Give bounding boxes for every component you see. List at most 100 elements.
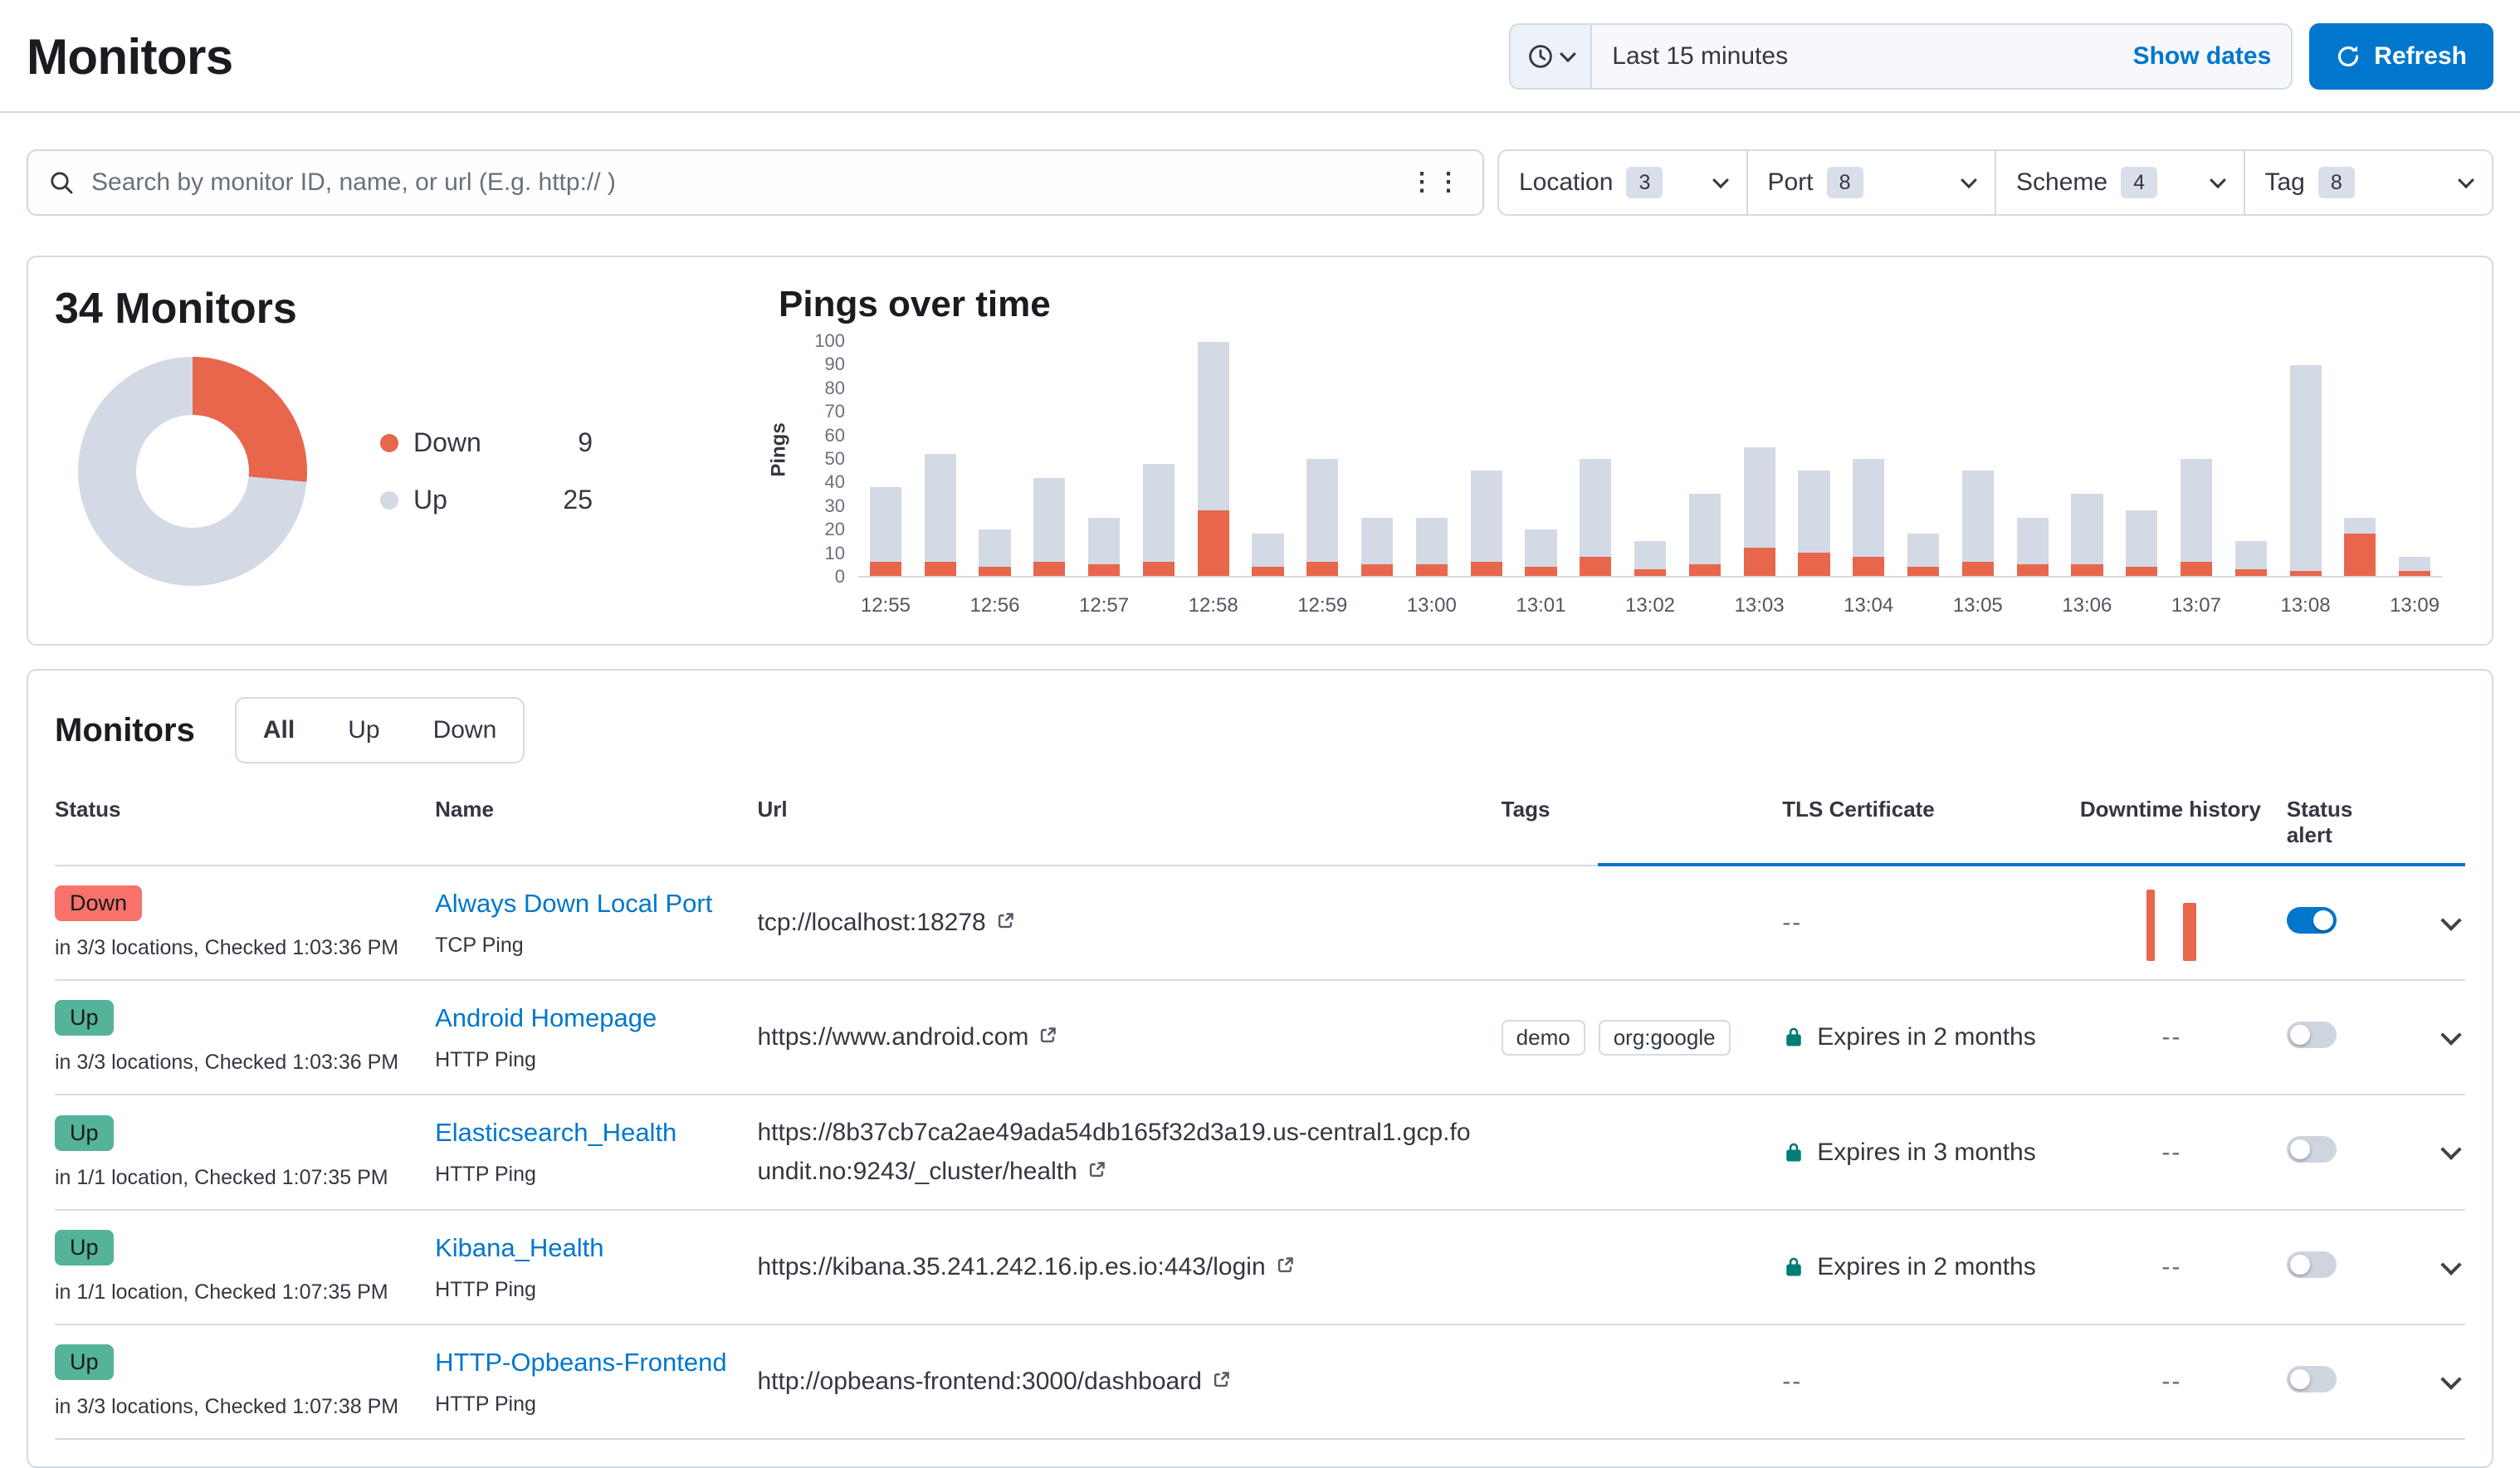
refresh-button[interactable]: Refresh [2309, 23, 2493, 90]
tag-badge[interactable]: org:google [1599, 1020, 1731, 1056]
time-quick-select-button[interactable] [1511, 25, 1592, 88]
downtime-cell: -- [2080, 1139, 2287, 1167]
expand-row-button[interactable] [2437, 1248, 2465, 1287]
legend-label: Up [413, 485, 447, 515]
ping-bar-down-segment [1798, 553, 1829, 576]
y-axis-title: Pings [768, 422, 791, 476]
status-badge: Up [55, 1230, 114, 1266]
column-header-downtime: Downtime history [2080, 797, 2287, 848]
tls-expiry-text: Expires in 2 months [1817, 1023, 2035, 1051]
downtime-cell: -- [2080, 1253, 2287, 1281]
search-icon [48, 169, 75, 196]
column-header-name: Name [435, 797, 757, 848]
ping-bar-up-segment [1252, 534, 1283, 566]
show-dates-button[interactable]: Show dates [2113, 25, 2292, 88]
monitor-name-link[interactable]: Always Down Local Port [435, 889, 712, 919]
tag-badge[interactable]: demo [1502, 1020, 1585, 1056]
ping-bar-up-segment [1907, 534, 1939, 566]
external-link-icon[interactable] [994, 910, 1016, 938]
filter-bar: Location 3 Port 8 Scheme 4 Tag 8 [1497, 149, 2493, 216]
status-filter-all[interactable]: All [237, 699, 321, 762]
ping-bar-up-segment [2399, 557, 2430, 571]
status-alert-toggle[interactable] [2287, 1022, 2337, 1048]
external-link-icon[interactable] [1210, 1369, 1232, 1397]
table-row: Up in 3/3 locations, Checked 1:03:36 PM … [55, 981, 2465, 1095]
expand-row-button[interactable] [2437, 1133, 2465, 1172]
ping-bar [2005, 342, 2060, 576]
downtime-empty-value: -- [2161, 1139, 2181, 1167]
monitor-type: HTTP Ping [435, 1278, 734, 1302]
status-filter-up[interactable]: Up [321, 699, 406, 762]
monitor-list-panel: Monitors All Up Down Status Name Url Tag… [27, 669, 2493, 1468]
ping-bar [2060, 342, 2115, 576]
filter-count-badge: 8 [2318, 167, 2355, 198]
filter-scheme[interactable]: Scheme 4 [1995, 151, 2244, 214]
y-axis-label: 70 [825, 401, 845, 422]
monitor-name-link[interactable]: Android Homepage [435, 1003, 657, 1033]
ping-bar [1514, 342, 1569, 576]
ping-bar-down-segment [1252, 567, 1283, 576]
ping-bar-down-segment [1634, 569, 1666, 576]
ping-bar-down-segment [2344, 534, 2376, 576]
x-axis-label: 13:00 [1407, 594, 1457, 617]
downtime-cell: -- [2080, 1023, 2287, 1051]
ping-bar-up-segment [1853, 459, 1884, 557]
external-link-icon[interactable] [1274, 1255, 1296, 1282]
expand-row-button[interactable] [2437, 1363, 2465, 1402]
monitor-name-link[interactable]: HTTP-Opbeans-Frontend [435, 1348, 726, 1378]
ping-bar [1241, 342, 1296, 576]
legend-label: Down [413, 427, 481, 458]
y-axis: 0102030405060708090100 [802, 342, 845, 578]
monitor-table-body: Down in 3/3 locations, Checked 1:03:36 P… [55, 866, 2465, 1440]
ping-bar [968, 342, 1023, 576]
ping-bar-down-segment [2181, 562, 2212, 576]
ping-bar [1896, 342, 1951, 576]
chevron-down-icon [2440, 1368, 2461, 1389]
filter-count-badge: 3 [1626, 167, 1663, 198]
status-alert-toggle[interactable] [2287, 1251, 2337, 1278]
ping-bar-down-segment [1580, 557, 1611, 576]
external-link-icon[interactable] [1086, 1159, 1107, 1187]
time-picker[interactable]: Last 15 minutes Show dates [1509, 23, 2293, 90]
ping-bar-up-segment [925, 454, 956, 562]
ping-bar-up-segment [1033, 478, 1065, 563]
external-link-icon[interactable] [1037, 1025, 1058, 1052]
tls-empty-value: -- [1782, 909, 1802, 937]
monitor-name-link[interactable]: Elasticsearch_Health [435, 1118, 676, 1148]
ping-bar-down-segment [979, 567, 1010, 576]
query-menu-icon[interactable]: ⋮⋮ [1409, 170, 1463, 195]
y-axis-label: 0 [835, 566, 845, 588]
status-alert-toggle[interactable] [2287, 1136, 2337, 1163]
monitor-url: http://opbeans-frontend:3000/dashboard [758, 1368, 1202, 1395]
filter-tag[interactable]: Tag 8 [2244, 151, 2493, 214]
filter-label: Scheme [2016, 168, 2107, 197]
table-row: Down in 3/3 locations, Checked 1:03:36 P… [55, 866, 2465, 981]
filter-location[interactable]: Location 3 [1499, 151, 1746, 214]
y-axis-label: 100 [814, 330, 845, 352]
filter-count-badge: 8 [1827, 167, 1863, 198]
tls-expiry-text: Expires in 3 months [1817, 1139, 2035, 1167]
y-axis-label: 90 [825, 354, 845, 375]
expand-row-button[interactable] [2437, 1018, 2465, 1057]
status-alert-toggle[interactable] [2287, 1366, 2337, 1392]
ping-bar-up-segment [870, 487, 901, 562]
status-alert-toggle[interactable] [2287, 907, 2337, 934]
ping-bar-up-segment [2126, 510, 2157, 567]
status-filter-down[interactable]: Down [407, 699, 524, 762]
filter-label: Port [1768, 168, 1814, 197]
monitor-url: https://kibana.35.241.242.16.ip.es.io:44… [758, 1253, 1266, 1280]
ping-bar-down-segment [1361, 564, 1393, 576]
downtime-empty-value: -- [2161, 1253, 2181, 1281]
filter-port[interactable]: Port 8 [1746, 151, 1995, 214]
chevron-down-icon [1712, 172, 1729, 188]
legend-item-up[interactable]: Up 25 [380, 485, 593, 515]
search-box[interactable]: ⋮⋮ [27, 149, 1484, 216]
status-checked-text: in 1/1 location, Checked 1:07:35 PM [55, 1166, 412, 1190]
time-range-value[interactable]: Last 15 minutes [1592, 25, 2112, 88]
legend-item-down[interactable]: Down 9 [380, 427, 593, 458]
x-axis-label: 13:03 [1735, 594, 1785, 617]
ping-bar-up-segment [2235, 541, 2267, 569]
search-input[interactable] [91, 168, 1393, 197]
expand-row-button[interactable] [2437, 904, 2465, 943]
monitor-name-link[interactable]: Kibana_Health [435, 1233, 603, 1263]
